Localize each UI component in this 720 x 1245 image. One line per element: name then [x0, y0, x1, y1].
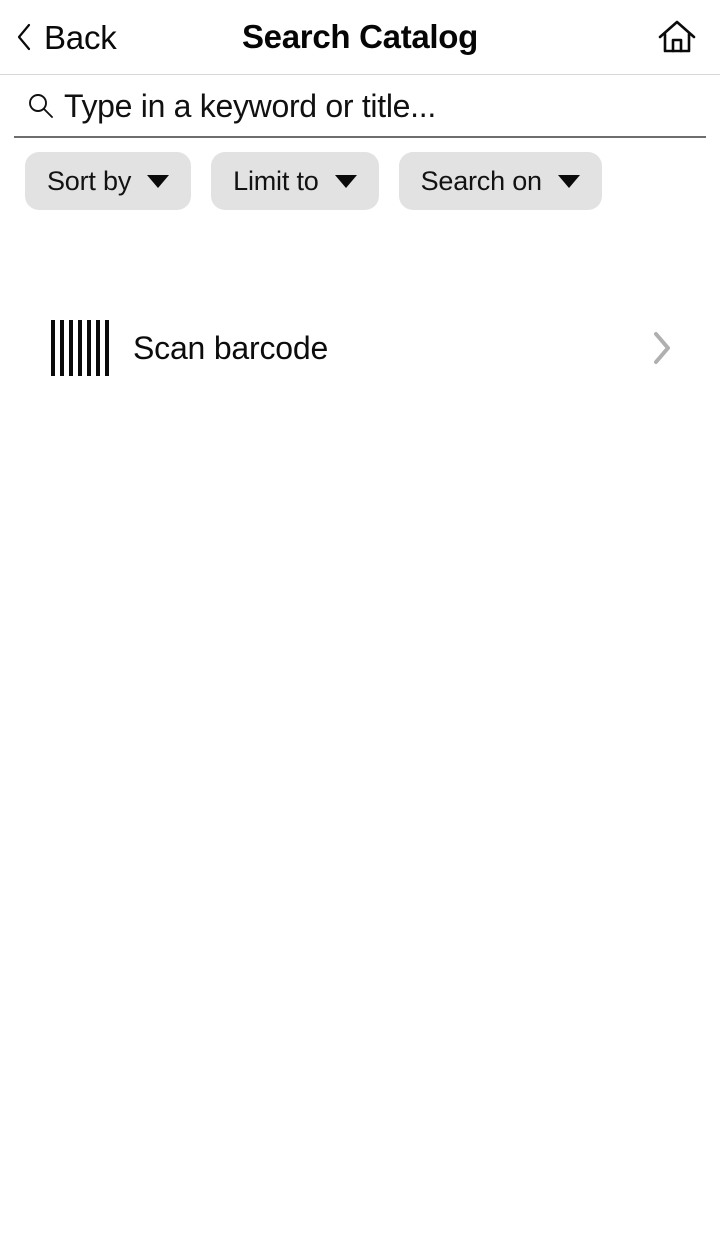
- limit-to-chip[interactable]: Limit to: [211, 152, 379, 210]
- search-icon: [29, 94, 53, 118]
- limit-to-label: Limit to: [233, 165, 319, 196]
- back-label: Back: [44, 18, 117, 56]
- search-input[interactable]: [64, 82, 706, 129]
- barcode-icon: [51, 320, 109, 376]
- home-icon: [658, 20, 696, 53]
- app-header: Back Search Catalog: [0, 0, 720, 75]
- search-on-chip[interactable]: Search on: [398, 152, 602, 210]
- chevron-down-icon: [557, 174, 580, 188]
- chevron-down-icon: [147, 174, 170, 188]
- chevron-right-icon: [654, 332, 670, 364]
- search-field[interactable]: [14, 75, 706, 138]
- scan-barcode-label: Scan barcode: [133, 330, 329, 366]
- scan-barcode-row[interactable]: Scan barcode: [0, 305, 720, 391]
- search-on-label: Search on: [420, 165, 542, 196]
- sort-by-label: Sort by: [47, 165, 132, 196]
- options-list: Scan barcode: [0, 305, 720, 391]
- sort-by-chip[interactable]: Sort by: [25, 152, 192, 210]
- chevron-down-icon: [334, 174, 357, 188]
- back-button[interactable]: Back: [10, 0, 123, 74]
- home-button[interactable]: [656, 0, 698, 74]
- filter-chip-bar: Sort by Limit to Search on: [0, 138, 720, 210]
- chevron-left-icon: [17, 23, 31, 51]
